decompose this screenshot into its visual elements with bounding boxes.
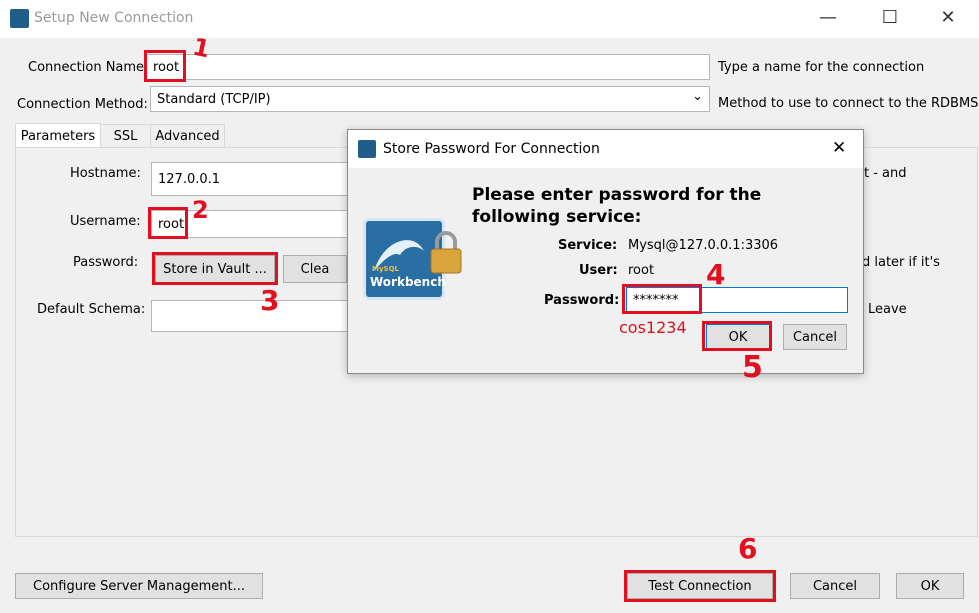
annotation-step-6: 6 [738,532,758,565]
logo-text: Workbench [370,275,446,289]
user-value: root [628,263,655,278]
annotation-box-store-vault [152,252,278,285]
hostname-input[interactable]: 127.0.0.1 [151,162,351,196]
connection-method-select[interactable]: Standard (TCP/IP) ⌄ [150,86,710,112]
minimize-icon[interactable]: — [816,8,840,28]
dialog-heading: Please enter password for the following … [472,185,762,227]
tab-parameters[interactable]: Parameters [15,123,101,148]
password-label: Password: [73,255,139,270]
dialog-title: Store Password For Connection [383,141,600,157]
chevron-down-icon: ⌄ [692,89,703,104]
maximize-icon[interactable]: ☐ [878,8,902,28]
annotation-box-connection-name [144,50,186,82]
cancel-button[interactable]: Cancel [790,573,880,599]
clear-button[interactable]: Clea [283,255,347,283]
hostname-hint: t - and [864,166,907,181]
annotation-step-4: 4 [706,258,726,291]
window-title: Setup New Connection [34,10,194,26]
dialog-cancel-button[interactable]: Cancel [783,324,847,350]
password-hint: d later if it's [862,255,940,270]
mysql-workbench-icon [358,140,376,158]
mysql-workbench-icon [10,9,29,28]
annotation-box-password [622,284,702,314]
annotation-box-username [148,207,188,239]
configure-server-button[interactable]: Configure Server Management... [15,573,263,599]
store-password-dialog: Store Password For Connection ✕ MySQL Wo… [347,129,864,374]
connection-method-value: Standard (TCP/IP) [157,91,271,107]
connection-name-label: Connection Name: [28,60,149,75]
ok-button[interactable]: OK [896,573,964,599]
user-label: User: [579,263,618,278]
connection-method-label: Connection Method: [17,97,148,112]
service-value: Mysql@127.0.0.1:3306 [628,238,779,253]
dialog-close-icon[interactable]: ✕ [832,138,846,158]
annotation-box-dialog-ok [702,321,772,351]
username-label: Username: [70,214,141,229]
tab-advanced[interactable]: Advanced [151,124,225,148]
close-icon[interactable]: ✕ [936,8,960,28]
tab-ssl[interactable]: SSL [101,124,151,148]
service-label: Service: [558,238,618,253]
logo-small-text: MySQL [372,265,399,273]
annotation-step-3: 3 [260,284,280,317]
schema-hint: Leave [868,302,907,317]
connection-name-hint: Type a name for the connection [718,60,925,75]
annotation-password-note: cos1234 [619,318,687,337]
hostname-label: Hostname: [70,166,141,181]
annotation-box-test-connection [624,570,776,602]
annotation-step-5: 5 [742,350,763,385]
default-schema-input[interactable] [151,300,351,332]
dialog-password-label: Password: [544,293,620,308]
padlock-icon [430,231,462,274]
default-schema-label: Default Schema: [37,302,146,317]
connection-name-input[interactable]: root [146,54,710,80]
annotation-step-2: 2 [192,196,209,224]
connection-method-hint: Method to use to connect to the RDBMS [718,96,979,111]
